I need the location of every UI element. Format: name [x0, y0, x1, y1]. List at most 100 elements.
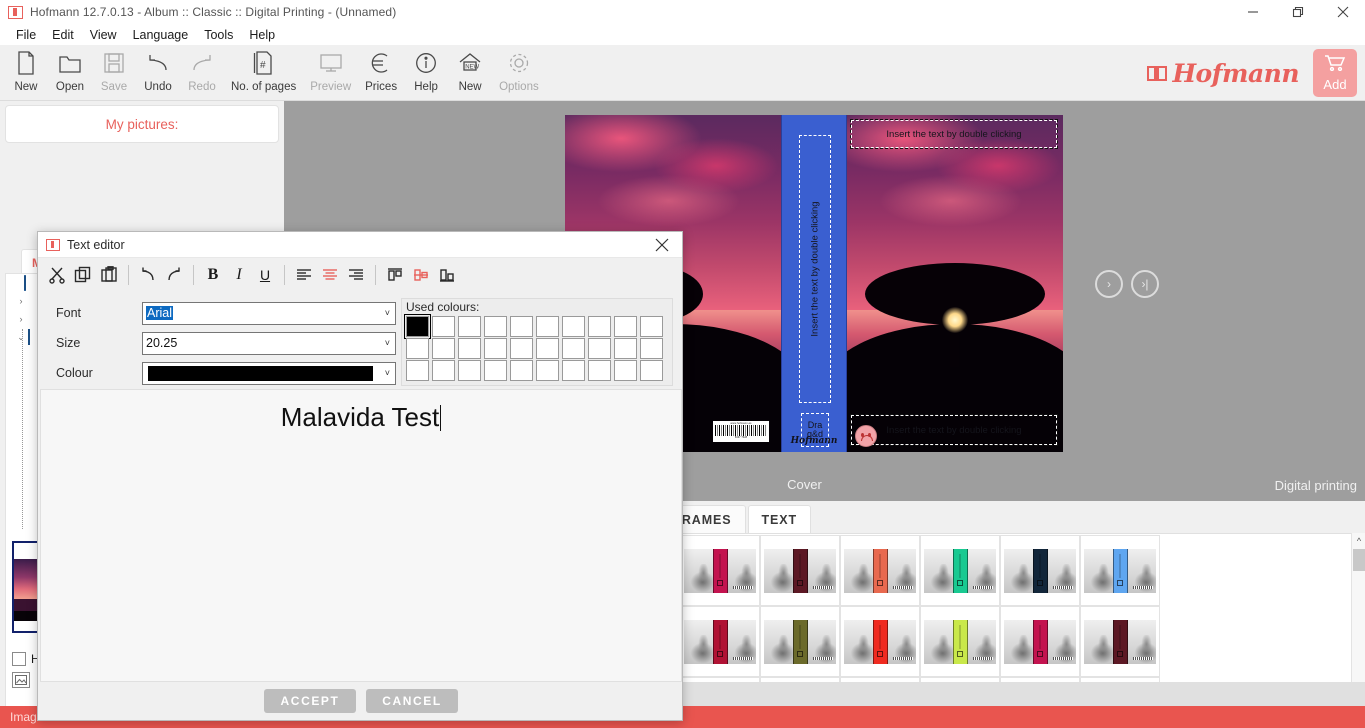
asset-thumbnail[interactable]	[920, 535, 1000, 606]
colour-swatch[interactable]	[432, 360, 455, 381]
colour-swatch[interactable]	[536, 316, 559, 337]
valign-top-icon[interactable]	[382, 262, 408, 288]
toolbar-undo-button[interactable]: Undo	[136, 45, 180, 101]
restore-icon[interactable]	[1275, 0, 1320, 24]
menu-item-tools[interactable]: Tools	[196, 24, 241, 45]
accept-button[interactable]: ACCEPT	[264, 689, 356, 713]
text-edit-area[interactable]: Malavida Test	[40, 389, 682, 682]
cancel-button[interactable]: CANCEL	[366, 689, 458, 713]
minimize-icon[interactable]	[1230, 0, 1275, 24]
colour-swatch[interactable]	[588, 360, 611, 381]
valign-middle-icon[interactable]	[408, 262, 434, 288]
colour-swatch[interactable]	[640, 316, 663, 337]
asset-thumbnail[interactable]	[680, 535, 760, 606]
toolbar-options-button[interactable]: Options	[492, 45, 546, 101]
menu-item-edit[interactable]: Edit	[44, 24, 82, 45]
chevron-down-icon[interactable]: ˅	[385, 368, 390, 378]
colour-swatch[interactable]	[406, 338, 429, 359]
colour-swatch[interactable]	[484, 360, 507, 381]
toolbar-redo-button[interactable]: Redo	[180, 45, 224, 101]
colour-swatch[interactable]	[458, 360, 481, 381]
align-center-icon[interactable]	[317, 262, 343, 288]
toolbar-save-button[interactable]: Save	[92, 45, 136, 101]
asset-thumbnail[interactable]	[840, 535, 920, 606]
asset-thumbnail[interactable]	[760, 535, 840, 606]
italic-icon[interactable]: I	[226, 262, 252, 288]
image-icon[interactable]	[12, 672, 30, 688]
tree-twisty[interactable]: ›	[14, 296, 28, 306]
colour-select[interactable]: ˅	[142, 361, 396, 385]
menu-item-language[interactable]: Language	[125, 24, 197, 45]
next-page-icon[interactable]: ›	[1095, 270, 1123, 298]
colour-swatch[interactable]	[640, 338, 663, 359]
copy-icon[interactable]	[70, 262, 96, 288]
colour-swatch[interactable]	[404, 314, 431, 339]
colour-swatch[interactable]	[614, 316, 637, 337]
underline-icon[interactable]: U	[252, 262, 278, 288]
spine[interactable]: Insert the text by double clicking Dra g…	[781, 115, 847, 452]
asset-thumbnail[interactable]	[1000, 535, 1080, 606]
colour-swatch[interactable]	[562, 316, 585, 337]
toolbar-prices-button[interactable]: Prices	[358, 45, 404, 101]
chevron-down-icon[interactable]: ˅	[385, 338, 390, 348]
colour-swatch[interactable]	[536, 338, 559, 359]
chevron-down-icon[interactable]: ˅	[385, 308, 390, 318]
font-select[interactable]: Arial ˅	[142, 301, 396, 325]
asset-thumbnail[interactable]	[840, 606, 920, 677]
colour-swatch[interactable]	[432, 316, 455, 337]
align-right-icon[interactable]	[343, 262, 369, 288]
paste-icon[interactable]	[96, 262, 122, 288]
asset-thumbnail[interactable]	[1080, 535, 1160, 606]
size-select[interactable]: 20.25 ˅	[142, 331, 396, 355]
front-cover-bottom-textbox[interactable]: Insert the text by double clicking	[850, 414, 1058, 446]
colour-swatch[interactable]	[458, 316, 481, 337]
toolbar-preview-button[interactable]: Preview	[303, 45, 358, 101]
colour-swatch[interactable]	[536, 360, 559, 381]
menu-item-help[interactable]: Help	[241, 24, 283, 45]
front-cover[interactable]: Insert the text by double clicking Inser…	[847, 115, 1063, 452]
menu-item-file[interactable]: File	[8, 24, 44, 45]
undo-icon[interactable]	[135, 262, 161, 288]
asset-thumbnail[interactable]	[920, 606, 1000, 677]
colour-swatch[interactable]	[510, 360, 533, 381]
colour-swatch[interactable]	[614, 338, 637, 359]
colour-swatch[interactable]	[484, 338, 507, 359]
colour-swatch[interactable]	[406, 360, 429, 381]
add-to-cart-button[interactable]: Add	[1313, 49, 1357, 97]
colour-swatch[interactable]	[510, 316, 533, 337]
toolbar-no-of-pages-button[interactable]: # No. of pages	[224, 45, 303, 101]
toolbar-new-button[interactable]: New	[4, 45, 48, 101]
colour-swatch[interactable]	[588, 316, 611, 337]
redo-icon[interactable]	[161, 262, 187, 288]
asset-thumbnail[interactable]	[680, 606, 760, 677]
valign-bottom-icon[interactable]	[434, 262, 460, 288]
front-cover-top-textbox[interactable]: Insert the text by double clicking	[850, 119, 1058, 149]
toolbar-new-badge-button[interactable]: NEW New	[448, 45, 492, 101]
close-icon[interactable]	[1320, 0, 1365, 24]
asset-thumbnail[interactable]	[1000, 606, 1080, 677]
align-left-icon[interactable]	[291, 262, 317, 288]
colour-swatch[interactable]	[640, 360, 663, 381]
colour-swatch[interactable]	[562, 360, 585, 381]
close-icon[interactable]	[642, 232, 682, 258]
chevron-up-icon[interactable]: ^	[1352, 533, 1365, 549]
toolbar-help-button[interactable]: Help	[404, 45, 448, 101]
colour-swatch[interactable]	[588, 338, 611, 359]
scrollbar-thumb[interactable]	[1353, 549, 1365, 571]
checkbox-box[interactable]	[12, 652, 26, 666]
cut-icon[interactable]	[44, 262, 70, 288]
colour-swatch[interactable]	[562, 338, 585, 359]
spine-text-placeholder[interactable]: Insert the text by double clicking	[799, 135, 831, 403]
colour-swatch[interactable]	[510, 338, 533, 359]
last-page-icon[interactable]: ›|	[1131, 270, 1159, 298]
colour-swatch[interactable]	[484, 316, 507, 337]
tree-twisty[interactable]: ›	[14, 314, 28, 324]
colour-swatch[interactable]	[432, 338, 455, 359]
menu-item-view[interactable]: View	[82, 24, 125, 45]
bold-icon[interactable]: B	[200, 262, 226, 288]
tab-text[interactable]: TEXT	[747, 505, 812, 533]
colour-swatch[interactable]	[458, 338, 481, 359]
tree-twisty[interactable]: ⌄	[14, 332, 28, 343]
colour-swatch[interactable]	[614, 360, 637, 381]
asset-thumbnail[interactable]	[1080, 606, 1160, 677]
